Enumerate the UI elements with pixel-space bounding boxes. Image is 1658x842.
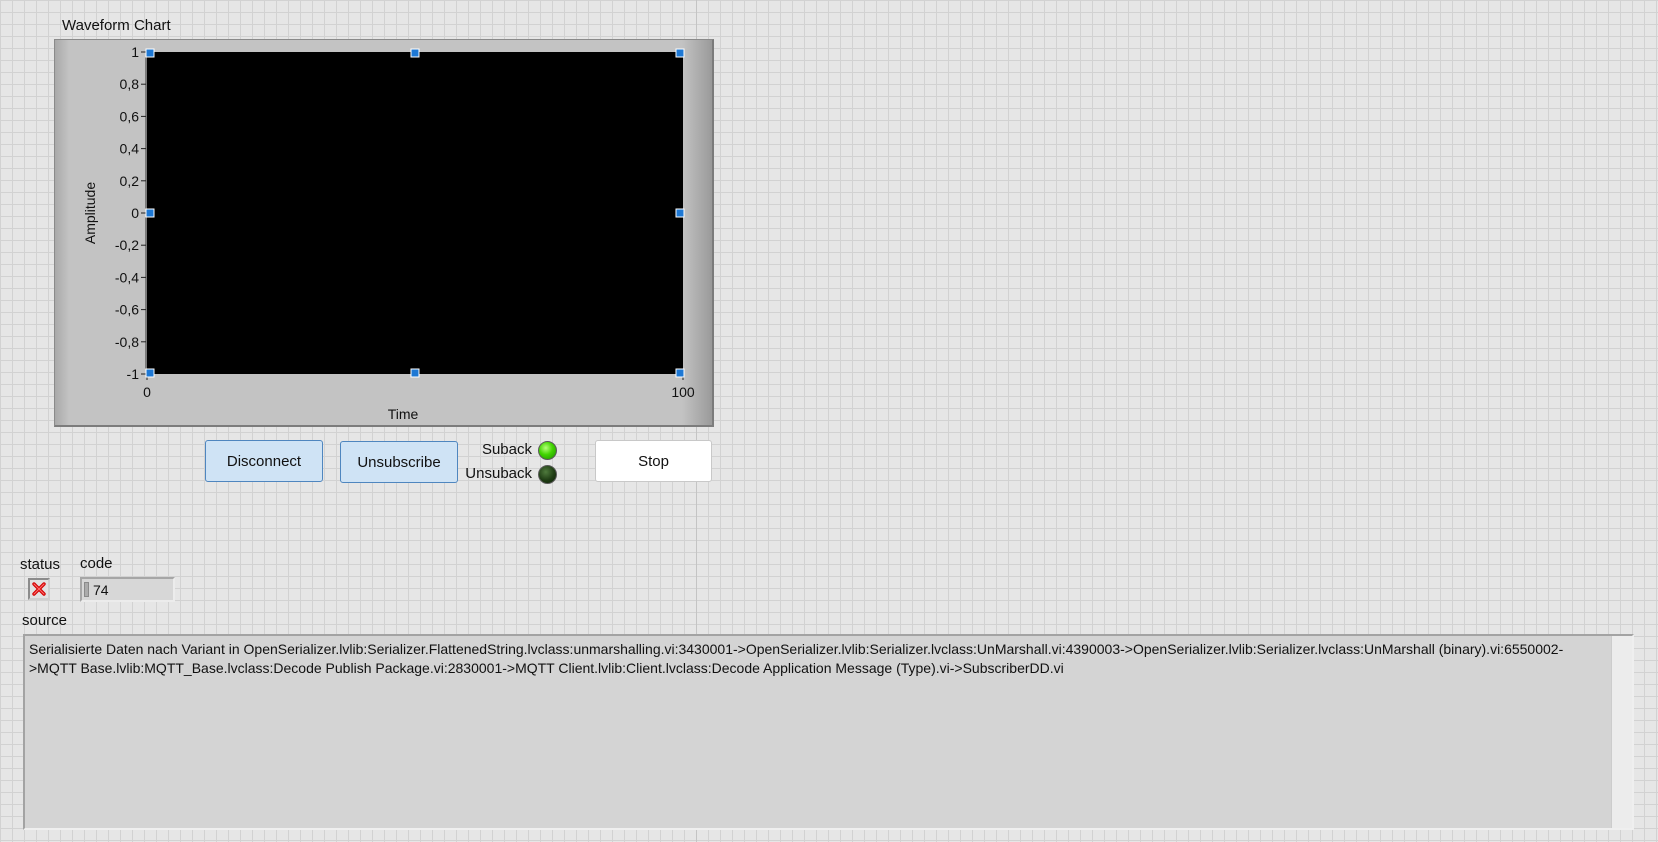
source-label: source [22,612,68,629]
resize-handle[interactable] [145,368,155,378]
disconnect-button[interactable]: Disconnect [205,440,323,482]
y-tick-label: -0,4 [115,269,139,285]
y-tick-label: -0,6 [115,302,139,318]
y-tick-label: -1 [127,366,140,382]
y-tick-label: 0,4 [120,141,140,157]
y-tick-label: -0,2 [115,237,139,253]
resize-handle[interactable] [675,208,685,218]
stop-button[interactable]: Stop [595,440,712,482]
waveform-chart-label: Waveform Chart [62,17,171,34]
source-text: Serialisierte Daten nach Variant in Open… [29,641,1564,676]
suback-led-indicator [538,441,557,460]
resize-handle[interactable] [145,208,155,218]
resize-handle[interactable] [675,368,685,378]
resize-handle[interactable] [675,48,685,58]
unsuback-label: Unsuback [465,465,532,482]
code-field[interactable]: 74 [80,577,175,602]
y-tick-label: 0,2 [120,173,140,189]
source-textbox[interactable]: Serialisierte Daten nach Variant in Open… [23,634,1634,830]
unsuback-led-indicator [538,465,557,484]
radix-indicator[interactable] [84,582,89,597]
resize-handle[interactable] [410,368,420,378]
status-indicator [28,578,50,600]
y-tick-label: 0,6 [120,108,140,124]
code-value: 74 [93,582,109,598]
x-mark-icon [32,582,46,596]
x-axis-title: Time [388,406,419,422]
y-tick-label: 0 [131,205,139,221]
code-label: code [80,555,113,572]
x-tick-label: 0 [143,384,151,400]
y-tick-label: 1 [131,44,139,60]
resize-handle[interactable] [145,48,155,58]
plot-area [147,52,683,374]
source-vertical-scrollbar[interactable] [1611,636,1632,828]
waveform-chart-svg[interactable]: 10,80,60,40,20-0,2-0,4-0,6-0,8-10 100Time… [55,40,713,425]
status-label: status [20,556,61,573]
x-tick-label: 100 [671,384,695,400]
waveform-chart[interactable]: 1 0,8 0,6 0,4 0,2 0 -0,2 -0,4 -0,6 -0,8 -1 0 100 Time… [54,39,714,427]
y-tick-label: 0,8 [120,76,140,92]
resize-handle[interactable] [410,48,420,58]
y-tick-label: -0,8 [115,334,139,350]
suback-label: Suback [481,441,532,458]
y-axis-title: Amplitude [82,182,98,244]
